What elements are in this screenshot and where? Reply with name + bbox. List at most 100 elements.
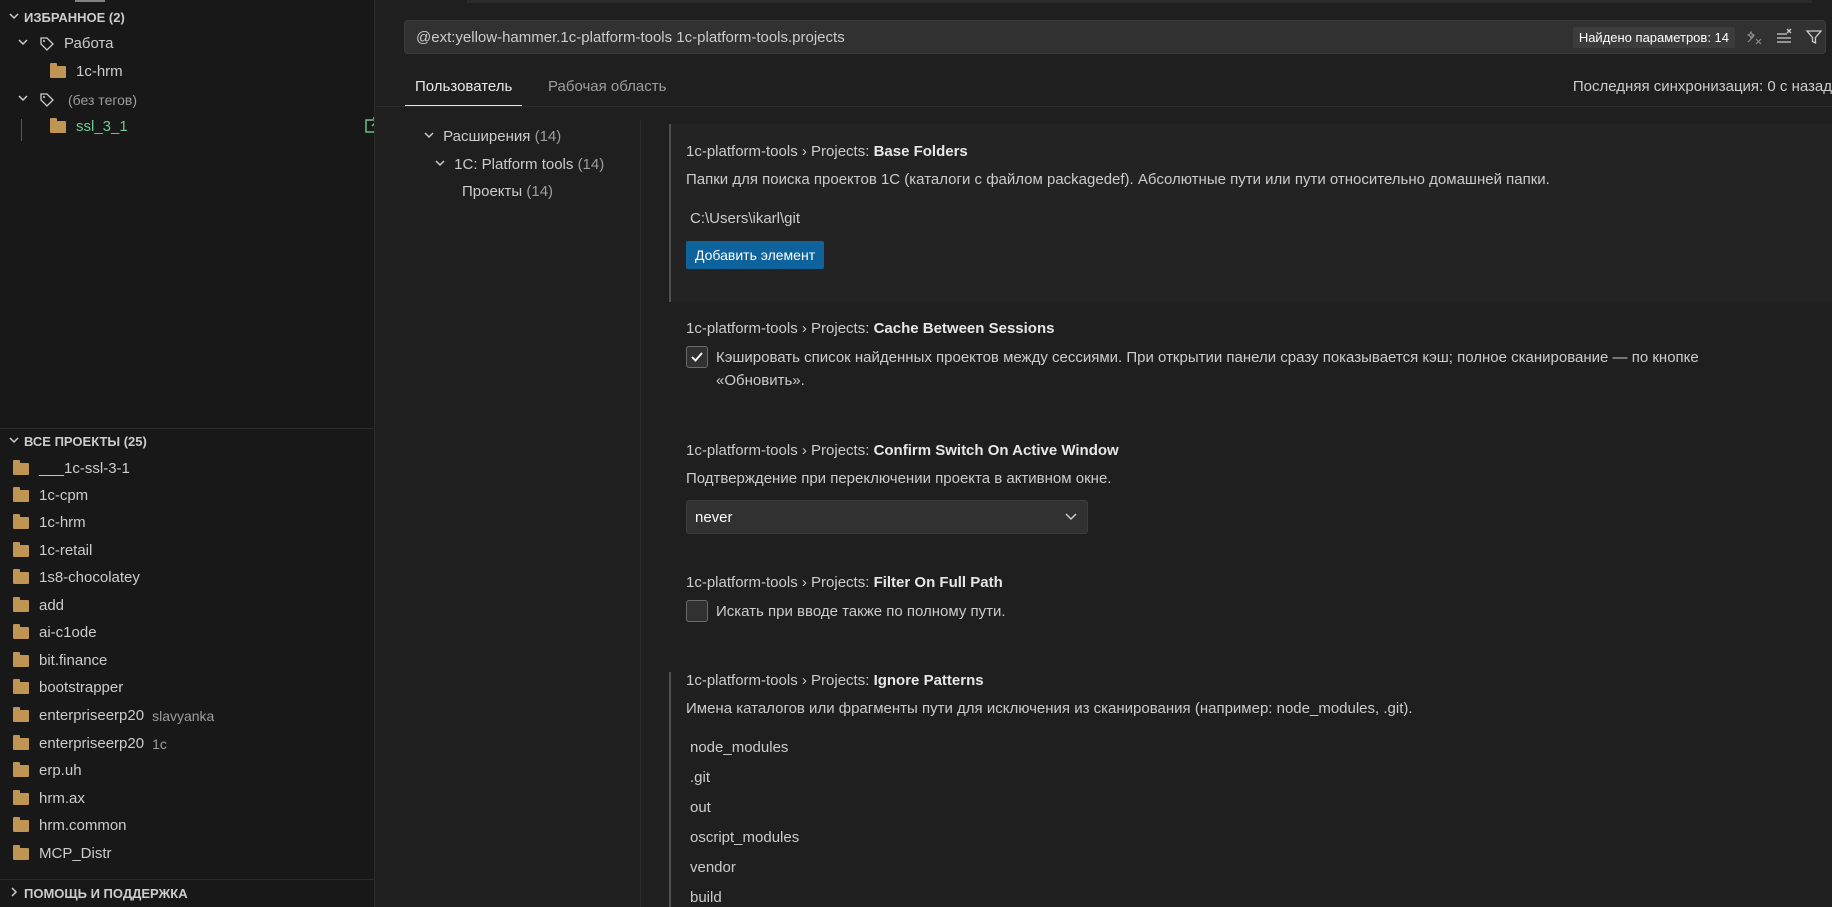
project-item[interactable]: enterpriseerp20 slavyanka — [0, 702, 374, 729]
toc-extensions[interactable]: Расширения (14) — [423, 128, 561, 145]
settings-search-input[interactable]: @ext:yellow-hammer.1c-platform-tools 1c-… — [404, 20, 1826, 54]
project-item[interactable]: 1c-cpm — [0, 482, 374, 509]
setting-cache-between-sessions: 1c-platform-tools › Projects: Cache Betw… — [669, 316, 1832, 396]
project-item[interactable]: hrm.common — [0, 812, 374, 839]
setting-description: Папки для поиска проектов 1С (каталоги с… — [686, 171, 1550, 188]
project-item[interactable]: ai-c1ode — [0, 619, 374, 646]
chevron-down-icon — [16, 92, 30, 107]
setting-name: Base Folders — [873, 143, 968, 160]
folder-icon — [13, 568, 29, 584]
folder-icon — [13, 623, 29, 639]
project-name: enterpriseerp20 — [39, 735, 145, 752]
tag-group-work[interactable]: Работа — [0, 30, 374, 57]
section-divider — [0, 879, 374, 880]
setting-name: Cache Between Sessions — [873, 320, 1055, 337]
toc-label: 1C: Platform tools — [454, 156, 574, 173]
folder-icon — [13, 816, 29, 832]
favorite-item-active[interactable]: ssl_3_1 — [0, 113, 374, 140]
settings-editor: @ext:yellow-hammer.1c-platform-tools 1c-… — [375, 0, 1832, 907]
tab-workspace[interactable]: Рабочая область — [538, 70, 676, 105]
chevron-down-icon — [4, 10, 24, 25]
filter-checkbox[interactable] — [686, 600, 708, 622]
project-name: ssl_3_1 — [76, 118, 128, 135]
clear-filter-icon[interactable] — [1743, 26, 1765, 48]
sync-status: Последняя синхронизация: 0 с назад — [1572, 78, 1832, 95]
setting-base-folders: 1c-platform-tools › Projects: Base Folde… — [669, 124, 1832, 302]
project-name: add — [39, 597, 65, 614]
setting-title: 1c-platform-tools › Projects: Base Folde… — [686, 143, 968, 160]
results-count-badge: Найдено параметров: 14 — [1572, 26, 1735, 48]
open-external-icon[interactable] — [364, 116, 374, 138]
folder-icon — [13, 734, 29, 750]
folder-icon — [13, 513, 29, 529]
list-item[interactable]: build — [686, 889, 722, 906]
toc-label: Расширения — [443, 128, 531, 145]
chevron-down-icon — [434, 157, 450, 172]
favorite-item[interactable]: 1c-hrm — [0, 58, 374, 85]
confirm-select[interactable]: never — [686, 500, 1088, 534]
filter-icon[interactable] — [1803, 26, 1825, 48]
all-projects-title: ВСЕ ПРОЕКТЫ (25) — [24, 433, 147, 449]
favorites-title: ИЗБРАННОЕ (2) — [24, 9, 125, 25]
list-item[interactable]: C:\Users\ikarl\git — [686, 210, 800, 227]
folder-icon — [50, 62, 66, 78]
toc-projects[interactable]: Проекты (14) — [462, 183, 553, 200]
setting-description: Кэшировать список найденных проектов меж… — [716, 346, 1826, 392]
check-icon — [691, 352, 703, 362]
setting-category: 1c-platform-tools › Projects: — [686, 442, 874, 459]
folder-icon — [13, 486, 29, 502]
tag-label: Работа — [64, 35, 114, 52]
favorites-section-header[interactable]: ИЗБРАННОЕ (2) — [0, 5, 374, 29]
project-name: 1c-hrm — [39, 514, 86, 531]
project-item[interactable]: hrm.ax — [0, 785, 374, 812]
list-item[interactable]: oscript_modules — [686, 829, 799, 846]
project-item[interactable]: erp.uh — [0, 757, 374, 784]
setting-confirm-switch: 1c-platform-tools › Projects: Confirm Sw… — [669, 438, 1832, 538]
project-item[interactable]: add — [0, 592, 374, 619]
project-name: 1c-hrm — [76, 63, 123, 80]
help-section-header[interactable]: ПОМОЩЬ И ПОДДЕРЖКА — [0, 881, 374, 905]
folder-icon — [50, 117, 66, 133]
project-item[interactable]: 1c-retail — [0, 537, 374, 564]
folder-icon — [13, 706, 29, 722]
tag-group-untagged[interactable]: (без тегов) — [0, 86, 374, 113]
folder-icon — [13, 678, 29, 694]
cache-checkbox[interactable] — [686, 346, 708, 368]
toc-label: Проекты — [462, 183, 523, 200]
clear-search-icon[interactable] — [1773, 26, 1795, 48]
setting-description: Искать при вводе также по полному пути. — [716, 603, 1006, 620]
list-item[interactable]: node_modules — [686, 739, 788, 756]
list-item[interactable]: .git — [686, 769, 710, 786]
setting-description: Имена каталогов или фрагменты пути для и… — [686, 700, 1413, 717]
project-item[interactable]: ___1c-ssl-3-1 — [0, 455, 374, 482]
toc-count: (14) — [577, 156, 605, 173]
toc-platform-tools[interactable]: 1C: Platform tools (14) — [434, 156, 604, 173]
setting-description: Подтверждение при переключении проекта в… — [686, 470, 1112, 487]
setting-category: 1c-platform-tools › Projects: — [686, 672, 874, 689]
project-item[interactable]: 1s8-chocolatey — [0, 564, 374, 591]
tag-icon — [38, 35, 56, 53]
folder-icon — [13, 459, 29, 475]
project-name: 1s8-chocolatey — [39, 569, 140, 586]
list-item[interactable]: vendor — [686, 859, 736, 876]
setting-category: 1c-platform-tools › Projects: — [686, 574, 874, 591]
list-item[interactable]: out — [686, 799, 711, 816]
folder-icon — [13, 789, 29, 805]
explorer-sidebar: ИЗБРАННОЕ (2) Работа 1c-hrm (без тегов) … — [0, 0, 375, 907]
row-actions — [364, 116, 374, 138]
add-item-button[interactable]: Добавить элемент — [686, 241, 825, 269]
project-item[interactable]: 1c-hrm — [0, 509, 374, 536]
project-item[interactable]: bootstrapper — [0, 674, 374, 701]
project-item[interactable]: bit.finance — [0, 647, 374, 674]
setting-title: 1c-platform-tools › Projects: Confirm Sw… — [686, 442, 1119, 459]
project-name: bootstrapper — [39, 679, 124, 696]
tab-user[interactable]: Пользователь — [405, 70, 523, 106]
all-projects-section-header[interactable]: ВСЕ ПРОЕКТЫ (25) — [0, 429, 374, 453]
project-item[interactable]: MCP_Distr — [0, 840, 374, 867]
help-title: ПОМОЩЬ И ПОДДЕРЖКА — [24, 885, 188, 901]
settings-scope-tabs: Пользователь Рабочая область Последняя с… — [375, 70, 1832, 107]
chevron-right-icon — [4, 886, 24, 901]
folder-icon — [13, 596, 29, 612]
chevron-down-icon — [1063, 508, 1079, 528]
project-item[interactable]: enterpriseerp20 1c — [0, 730, 374, 757]
